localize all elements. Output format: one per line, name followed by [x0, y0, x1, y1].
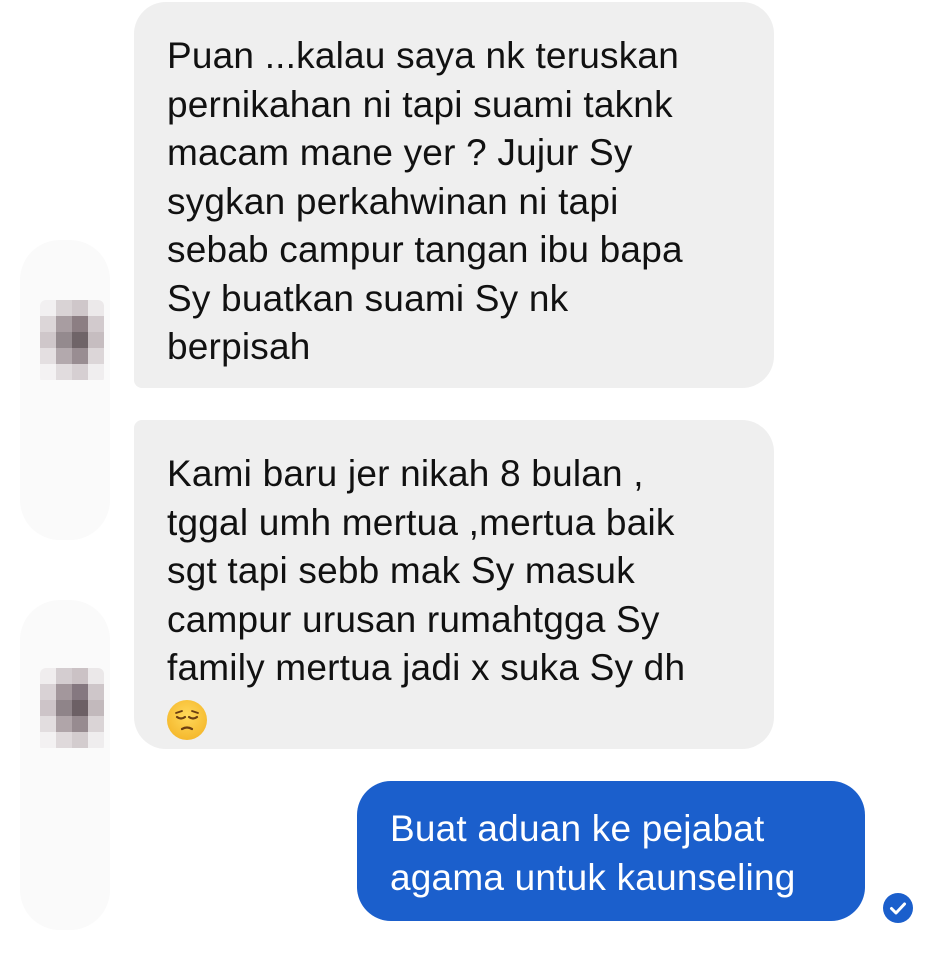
message-text-line: pernikahan ni tapi suami taknk: [167, 83, 673, 125]
message-text-line: Buat aduan ke pejabat: [390, 808, 765, 849]
message-text-line: tggal umh mertua ,mertua baik: [167, 501, 675, 543]
message-text-line: sebab campur tangan ibu bapa: [167, 229, 683, 270]
sender-avatar[interactable]: [40, 668, 104, 752]
message-thread: Puan ...kalau saya nk teruskan pernikaha…: [0, 0, 928, 960]
message-text-line: berpisah: [167, 326, 311, 367]
message-text-line: agama untuk kaunseling: [390, 856, 796, 898]
message-text-line: Kami baru jer nikah 8 bulan ,: [167, 453, 644, 494]
incoming-message-bubble[interactable]: Puan ...kalau saya nk teruskan pernikaha…: [134, 2, 774, 388]
read-receipt-check-icon: [883, 893, 913, 923]
message-text-line: Sy buatkan suami Sy nk: [167, 277, 569, 319]
message-emoji-line: [167, 693, 754, 742]
message-text-line: campur urusan rumahtgga Sy: [167, 598, 660, 640]
message-text-line: macam mane yer ? Jujur Sy: [167, 132, 633, 173]
message-text-line: sygkan perkahwinan ni tapi: [167, 180, 619, 222]
blurred-background-shape: [20, 600, 110, 930]
blurred-background-shape: [20, 240, 110, 540]
sender-avatar[interactable]: [40, 300, 104, 384]
message-text-line: family mertua jadi x suka Sy dh: [167, 647, 686, 688]
pensive-face-emoji-icon: [167, 699, 207, 740]
message-text-line: sgt tapi sebb mak Sy masuk: [167, 550, 635, 591]
incoming-message-bubble[interactable]: Kami baru jer nikah 8 bulan , tggal umh …: [134, 420, 774, 749]
message-text-line: Puan ...kalau saya nk teruskan: [167, 35, 679, 76]
outgoing-message-bubble[interactable]: Buat aduan ke pejabat agama untuk kaunse…: [357, 781, 865, 921]
